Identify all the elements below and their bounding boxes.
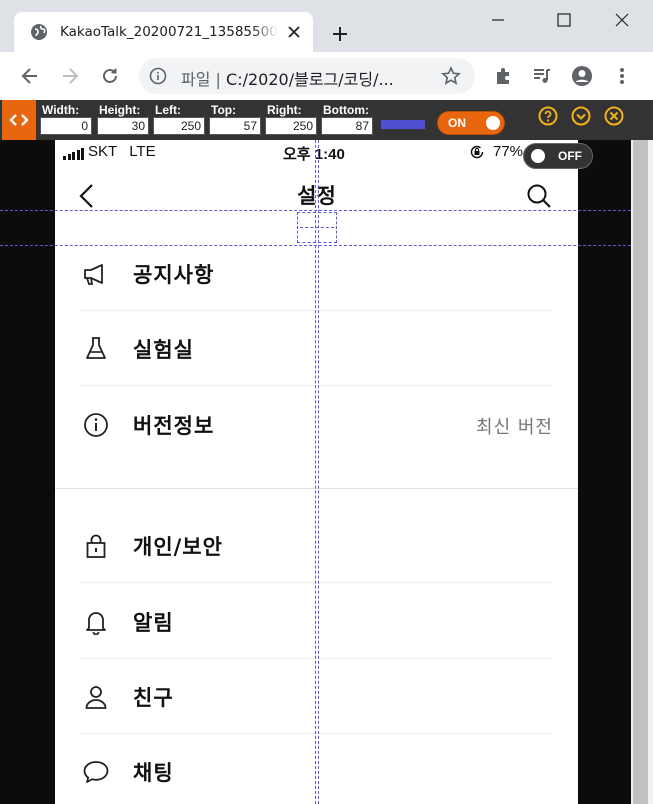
minimize-icon[interactable] — [476, 6, 520, 34]
settings-row-friends[interactable]: 친구 — [55, 660, 578, 734]
ruler-width-label: Width: — [42, 103, 80, 117]
toggle-knob — [531, 149, 545, 163]
ruler-right-field: Right: 250 — [265, 104, 317, 135]
battery-info: 77% — [469, 143, 523, 160]
ruler-height-field: Height: 30 — [97, 104, 149, 135]
bell-icon — [81, 609, 111, 635]
row-divider — [80, 733, 553, 734]
profile-avatar-icon[interactable] — [570, 64, 594, 88]
status-time: 오후 1:40 — [283, 146, 345, 163]
settings-row-privacy[interactable]: 개인/보안 — [55, 509, 578, 583]
page-scrollbar[interactable] — [631, 140, 653, 804]
ruler-right-label: Right: — [267, 103, 302, 117]
bookmark-star-icon[interactable] — [441, 66, 461, 86]
ruler-on-toggle[interactable]: ON — [437, 111, 505, 135]
version-status: 최신 버전 — [476, 417, 553, 438]
help-icon[interactable] — [538, 106, 558, 126]
row-divider — [80, 385, 553, 386]
status-bar: SKT LTE 오후 1:40 77% — [55, 140, 578, 166]
ruler-selection-midline — [300, 227, 334, 228]
ruler-width-input[interactable]: 0 — [40, 117, 92, 135]
settings-row-version[interactable]: 버전정보 최신 버전 — [55, 388, 578, 462]
ruler-off-label: OFF — [558, 149, 582, 163]
battery-percent: 77% — [493, 143, 524, 160]
page-ruler-logo-icon — [2, 100, 36, 140]
ruler-left-input[interactable]: 250 — [153, 117, 205, 135]
section-divider — [55, 488, 578, 489]
ruler-color-swatch[interactable] — [381, 120, 425, 129]
page-title: 설정 — [297, 184, 336, 208]
lock-icon — [81, 533, 111, 559]
settings-row-notice[interactable]: 공지사항 — [55, 237, 578, 311]
rotation-lock-icon — [470, 145, 484, 158]
signal-bars-icon — [63, 148, 84, 160]
ruler-bottom-label: Bottom: — [323, 103, 369, 117]
globe-icon — [30, 23, 48, 41]
new-tab-icon[interactable] — [328, 22, 352, 46]
ruler-on-label: ON — [448, 116, 466, 130]
tab-title: KakaoTalk_20200721_135855005 — [60, 24, 278, 40]
maximize-icon[interactable] — [542, 6, 586, 34]
forward-arrow-icon[interactable] — [58, 64, 82, 88]
settings-row-label: 개인/보안 — [133, 535, 223, 559]
reload-icon[interactable] — [98, 64, 122, 88]
close-ruler-icon[interactable] — [604, 106, 624, 126]
settings-row-label: 버전정보 — [133, 414, 215, 438]
ruler-width-field: Width: 0 — [40, 104, 92, 135]
back-arrow-icon[interactable] — [18, 64, 42, 88]
settings-row-notifications[interactable]: 알림 — [55, 585, 578, 659]
carrier-info: SKT LTE — [63, 143, 156, 160]
ruler-top-input[interactable]: 57 — [209, 117, 261, 135]
person-icon — [81, 684, 111, 710]
settings-row-label: 채팅 — [133, 761, 174, 785]
search-icon[interactable] — [525, 182, 553, 210]
info-icon — [81, 412, 111, 438]
settings-row-label: 알림 — [133, 611, 174, 635]
site-info-icon[interactable] — [149, 67, 167, 85]
row-divider — [80, 582, 553, 583]
chevron-down-icon[interactable] — [571, 106, 591, 126]
address-bar[interactable]: 파일 | C:/2020/블로그/코딩/... — [139, 58, 475, 94]
settings-row-chat[interactable]: 채팅 — [55, 735, 578, 804]
ruler-right-input[interactable]: 250 — [265, 117, 317, 135]
ruler-height-input[interactable]: 30 — [97, 117, 149, 135]
ruler-off-toggle[interactable]: OFF — [523, 143, 593, 169]
chat-bubble-icon — [81, 759, 111, 785]
scrollbar-thumb[interactable] — [633, 140, 648, 804]
settings-row-label: 실험실 — [133, 338, 194, 362]
menu-dots-icon[interactable] — [610, 64, 634, 88]
carrier-label: SKT — [88, 143, 118, 160]
window-close-icon[interactable] — [600, 6, 644, 34]
browser-tab[interactable]: KakaoTalk_20200721_135855005 — [14, 12, 313, 52]
settings-row-lab[interactable]: 실험실 — [55, 312, 578, 386]
network-label: LTE — [129, 143, 156, 160]
ruler-bottom-input[interactable]: 87 — [321, 117, 373, 135]
close-tab-icon[interactable] — [286, 24, 302, 40]
settings-row-label: 친구 — [133, 686, 174, 710]
ruler-height-label: Height: — [99, 103, 141, 117]
ruler-top-field: Top: 57 — [209, 104, 261, 135]
browser-toolbar: 파일 | C:/2020/블로그/코딩/... — [0, 52, 653, 100]
ruler-bottom-field: Bottom: 87 — [321, 104, 373, 135]
browser-window: KakaoTalk_20200721_135855005 파일 | C:/202… — [0, 0, 653, 804]
extensions-puzzle-icon[interactable] — [491, 64, 515, 88]
tab-strip: KakaoTalk_20200721_135855005 — [0, 0, 653, 52]
row-divider — [80, 658, 553, 659]
ruler-left-label: Left: — [155, 103, 181, 117]
ruler-left-field: Left: 250 — [153, 104, 205, 135]
settings-row-label: 공지사항 — [133, 263, 215, 287]
ruler-top-label: Top: — [211, 103, 237, 117]
row-divider — [80, 310, 553, 311]
url-text: 파일 | C:/2020/블로그/코딩/... — [181, 70, 394, 89]
media-control-icon[interactable] — [530, 64, 554, 88]
flask-icon — [81, 336, 111, 362]
toggle-knob — [486, 116, 500, 130]
megaphone-icon — [81, 261, 111, 287]
